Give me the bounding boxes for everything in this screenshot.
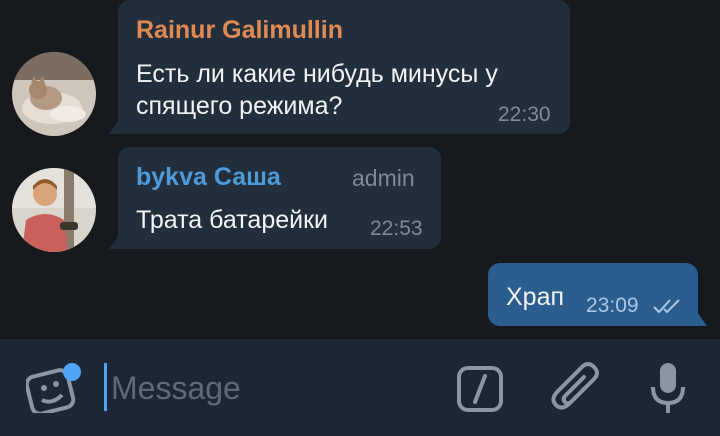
message-list: Rainur Galimullin Есть ли какие нибудь м…: [0, 0, 720, 338]
sticker-icon[interactable]: [26, 361, 86, 413]
message-bubble[interactable]: bykva Саша admin Трата батарейки 22:53: [118, 147, 441, 249]
message-bubble[interactable]: Rainur Galimullin Есть ли какие нибудь м…: [118, 0, 570, 134]
message-input[interactable]: Message: [111, 370, 241, 407]
cat-avatar-icon: [12, 52, 96, 136]
microphone-icon[interactable]: [650, 361, 686, 417]
outgoing-message-bubble[interactable]: Храп 23:09: [488, 263, 698, 326]
text-cursor: [104, 363, 107, 411]
message-composer: Message: [0, 338, 720, 436]
avatar[interactable]: [12, 168, 96, 252]
message-sender[interactable]: bykva Саша: [136, 163, 281, 192]
bot-command-icon[interactable]: [456, 365, 504, 413]
message-text-line: спящего режима?: [136, 92, 343, 120]
admin-badge: admin: [352, 165, 415, 191]
message-sender[interactable]: Rainur Galimullin: [136, 16, 343, 45]
message-text-line: Есть ли какие нибудь минусы у: [136, 60, 498, 88]
message-text: Трата батарейки: [136, 206, 328, 234]
avatar[interactable]: [12, 52, 96, 136]
attach-icon[interactable]: [550, 361, 602, 417]
person-avatar-icon: [12, 168, 96, 252]
double-check-icon: [653, 299, 680, 314]
message-time: 23:09: [586, 294, 639, 317]
message-time: 22:30: [498, 103, 551, 126]
message-time: 22:53: [370, 217, 423, 240]
message-text: Храп: [506, 283, 565, 311]
